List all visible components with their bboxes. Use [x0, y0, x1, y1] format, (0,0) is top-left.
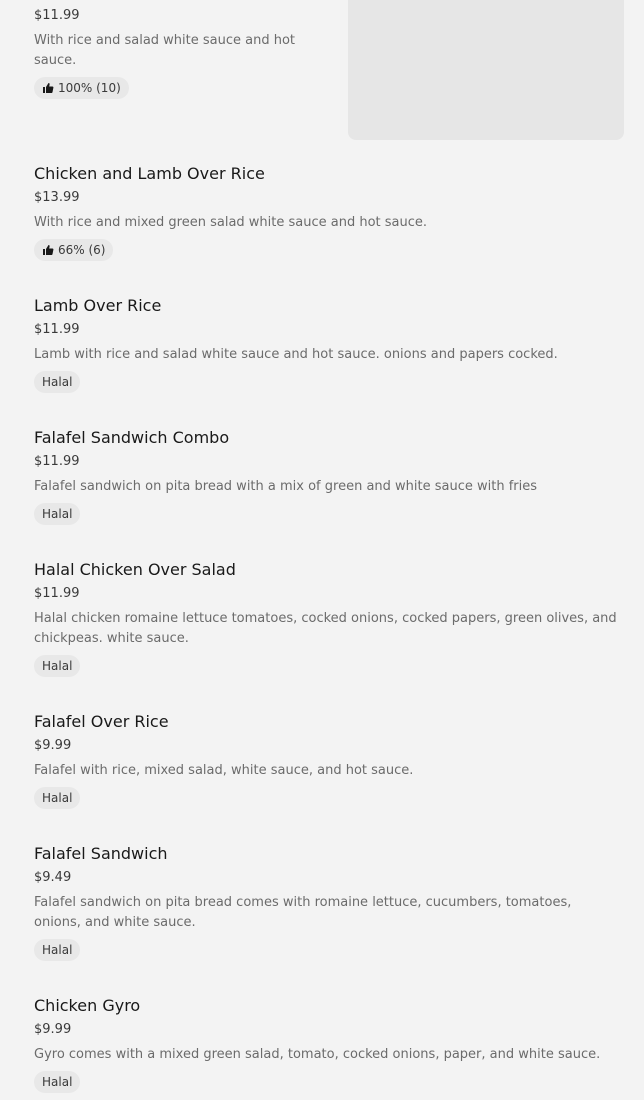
menu-item[interactable]: Lamb Over Rice $11.99 Lamb with rice and…	[34, 296, 624, 393]
item-price: $9.99	[34, 1022, 72, 1037]
item-price: $11.99	[34, 586, 80, 601]
menu-item[interactable]: Halal Chicken Over Salad $11.99 Halal ch…	[34, 560, 624, 677]
item-name: Falafel Sandwich	[34, 844, 168, 863]
menu-item[interactable]: Falafel Sandwich $9.49 Falafel sandwich …	[34, 844, 624, 961]
dietary-badge: Halal	[34, 939, 81, 961]
dietary-badge: Halal	[34, 371, 81, 393]
menu-page: $11.99 With rice and salad white sauce a…	[0, 0, 644, 1100]
item-name: Falafel Over Rice	[34, 712, 169, 731]
menu-item[interactable]: Chicken and Lamb Over Rice $13.99 With r…	[34, 164, 624, 261]
thumbs-up-icon	[42, 244, 54, 256]
item-description: With rice and mixed green salad white sa…	[34, 215, 428, 230]
item-description: Halal chicken romaine lettuce tomatoes, …	[34, 611, 617, 646]
dietary-badge: Halal	[34, 1071, 81, 1093]
rating-badge: 100% (10)	[34, 77, 129, 99]
rating-badge: 66% (6)	[34, 239, 114, 261]
menu-item[interactable]: Falafel Over Rice $9.99 Falafel with ric…	[34, 712, 624, 809]
item-description: Gyro comes with a mixed green salad, tom…	[34, 1047, 601, 1062]
thumbs-up-icon	[42, 82, 54, 94]
item-name: Falafel Sandwich Combo	[34, 428, 230, 447]
item-description: Falafel sandwich on pita bread with a mi…	[34, 479, 538, 494]
rating-text: 100% (10)	[58, 81, 121, 95]
dietary-badge: Halal	[34, 503, 81, 525]
dietary-badge: Halal	[34, 655, 81, 677]
item-description: Lamb with rice and salad white sauce and…	[34, 347, 558, 362]
item-price: $9.49	[34, 870, 72, 885]
item-price: $11.99	[34, 454, 80, 469]
item-price: $11.99	[34, 8, 80, 23]
item-description: With rice and salad white sauce and hot …	[34, 33, 296, 68]
menu-item[interactable]: Chicken Gyro $9.99 Gyro comes with a mix…	[34, 996, 624, 1093]
item-description: Falafel sandwich on pita bread comes wit…	[34, 895, 572, 930]
item-description: Falafel with rice, mixed salad, white sa…	[34, 763, 414, 778]
item-price: $11.99	[34, 322, 80, 337]
dietary-badge: Halal	[34, 787, 81, 809]
item-price: $13.99	[34, 190, 80, 205]
item-name: Halal Chicken Over Salad	[34, 560, 236, 579]
rating-text: 66% (6)	[58, 243, 106, 257]
menu-item[interactable]: Falafel Sandwich Combo $11.99 Falafel sa…	[34, 428, 624, 525]
item-name: Chicken Gyro	[34, 996, 141, 1015]
menu-item[interactable]: $11.99 With rice and salad white sauce a…	[34, 7, 624, 99]
item-name: Chicken and Lamb Over Rice	[34, 164, 265, 183]
item-name: Lamb Over Rice	[34, 296, 162, 315]
item-price: $9.99	[34, 738, 72, 753]
